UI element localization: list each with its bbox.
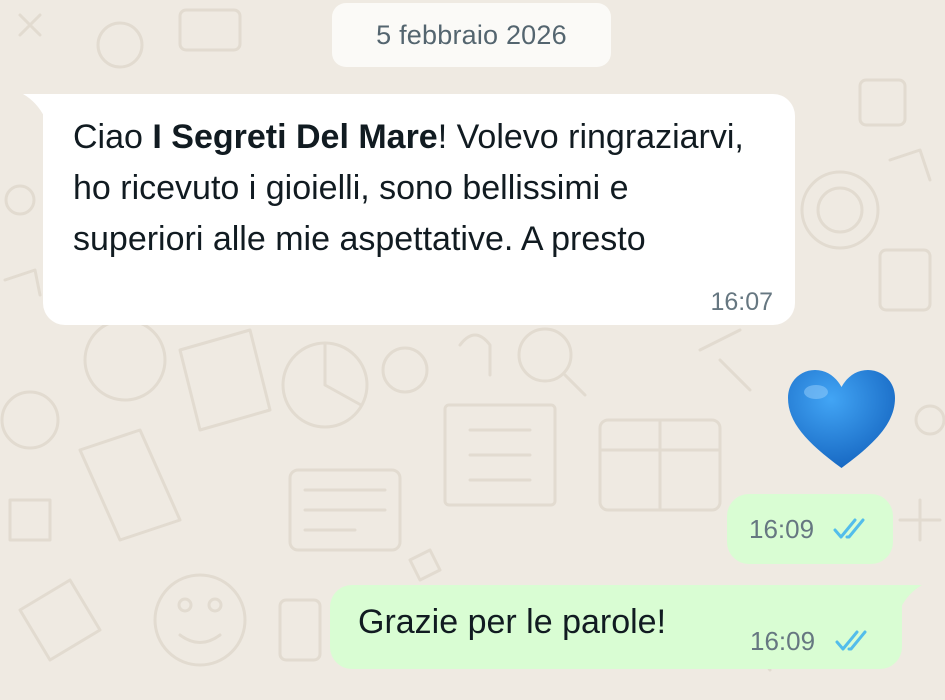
blue-heart-icon[interactable] <box>786 368 897 470</box>
outgoing-message-bubble[interactable]: Grazie per le parole! 16:09 <box>330 585 922 669</box>
date-separator: 5 febbraio 2026 <box>332 3 611 67</box>
message-timestamp: 16:07 <box>710 288 773 316</box>
message-text: Grazie per le parole! <box>358 603 667 641</box>
message-timestamp: 16:09 <box>750 626 816 656</box>
bubble-tail <box>900 585 922 609</box>
bubble-tail <box>23 94 45 118</box>
message-timestamp: 16:09 <box>749 514 815 544</box>
message-text-bold-name: I Segreti Del Mare <box>152 118 438 156</box>
date-separator-label: 5 febbraio 2026 <box>376 19 567 50</box>
message-text-greeting: Ciao <box>73 118 153 156</box>
incoming-message-bubble[interactable]: Ciao I Segreti Del Mare! Volevo ringrazi… <box>23 94 795 325</box>
outgoing-emoji-timestamp-bubble[interactable]: 16:09 <box>727 494 893 564</box>
message-text: Ciao I Segreti Del Mare! Volevo ringrazi… <box>73 112 753 265</box>
double-check-read-icon <box>833 518 865 539</box>
double-check-read-icon <box>835 630 867 651</box>
